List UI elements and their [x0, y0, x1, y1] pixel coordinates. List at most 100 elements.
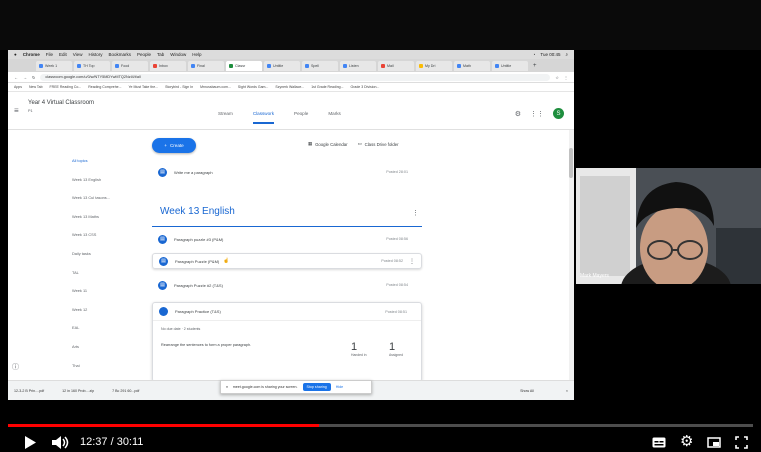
bookmark-item[interactable]: FREE Reading Co... [50, 85, 82, 89]
tab-people[interactable]: People [294, 111, 308, 124]
topic-nav-item[interactable]: TAL [72, 270, 110, 289]
star-icon[interactable]: ☆ [555, 75, 559, 80]
bookmark-item[interactable]: Szynerk Wallace... [275, 85, 304, 89]
address-bar[interactable]: classroom.google.com/u/0/w/NTY5MDYwMTQ2N… [40, 73, 551, 81]
classwork-item[interactable]: ▤ Paragraph Puzzle #2 (T&S) Posted 08:54 [152, 277, 422, 293]
class-title[interactable]: Year 4 Virtual Classroom [28, 100, 94, 106]
topic-nav-item[interactable]: Week 11 [72, 288, 110, 307]
menu-bookmarks[interactable]: Bookmarks [108, 52, 131, 57]
browser-tab[interactable]: Math [454, 60, 490, 71]
subtitles-icon[interactable] [652, 437, 666, 448]
menu-window[interactable]: Window [170, 52, 186, 57]
bookmark-item[interactable]: New Tab [29, 85, 43, 89]
expanded-card-header[interactable]: Paragraph Practice (T&S) Posted 08:51 [153, 303, 421, 321]
browser-tab[interactable]: My Dri [416, 60, 452, 71]
browser-tab[interactable]: Week 1 [36, 60, 72, 71]
browser-tab[interactable]: TH Top [74, 60, 110, 71]
menu-people[interactable]: People [137, 52, 151, 57]
item-title: Write me a paragraph [174, 169, 213, 175]
menu-tab[interactable]: Tab [157, 52, 164, 57]
bookmark-item[interactable]: Mrnussbaum.com... [200, 85, 231, 89]
stop-sharing-button[interactable]: Stop sharing [302, 383, 331, 391]
browser-tab-active[interactable]: Classr [226, 60, 262, 71]
topic-nav-item[interactable]: All topics [72, 158, 110, 177]
browser-tab[interactable]: Listen [340, 60, 376, 71]
menu-edit[interactable]: Edit [59, 52, 67, 57]
topic-nav-item[interactable]: Daily tasks [72, 251, 110, 270]
classwork-item[interactable]: ▤ Paragraph puzzle #3 (P&M) Posted 08:56 [152, 231, 422, 247]
topic-nav-item[interactable]: Week 12 [72, 307, 110, 326]
topic-nav-item[interactable]: Week 13 Maths [72, 214, 110, 233]
download-item[interactable]: 12-3-2 B Prin....pdf [14, 389, 44, 393]
settings-icon[interactable]: ⚙ [680, 432, 693, 450]
topic-nav-item[interactable]: EAL [72, 325, 110, 344]
bookmark-item[interactable]: Apps [14, 85, 22, 89]
topic-nav-item[interactable]: Thai [72, 363, 110, 382]
video-progress-bar[interactable] [8, 424, 753, 427]
classroom-header: ≡ Year 4 Virtual Classroom P1 Stream Cla… [8, 92, 574, 130]
bookmark-item[interactable]: Grade 3 Division... [351, 85, 380, 89]
assignment-icon: ▤ [158, 280, 167, 290]
assigned-stat[interactable]: 1 Assigned [389, 341, 403, 357]
forward-icon[interactable]: → [23, 75, 27, 80]
google-calendar-link[interactable]: ▦ Google Calendar [308, 141, 348, 147]
bookmark-item[interactable]: 1st Grade Reading... [311, 85, 343, 89]
back-icon[interactable]: ← [14, 75, 18, 80]
mac-menubar: ● Chrome File Edit View History Bookmark… [8, 50, 574, 59]
browser-tab[interactable]: Final [188, 60, 224, 71]
miniplayer-icon[interactable] [707, 437, 721, 448]
account-avatar[interactable]: S [553, 108, 564, 119]
browser-tab[interactable]: Food [112, 60, 148, 71]
tab-favicon [343, 63, 347, 68]
close-downloads-icon[interactable]: × [566, 389, 568, 393]
show-all-downloads[interactable]: Show All [520, 389, 534, 393]
browser-tab[interactable]: Untitle [492, 60, 528, 71]
new-tab-icon[interactable]: + [533, 63, 537, 69]
classwork-item-hovered[interactable]: ▤ Paragraph Puzzle (P&M) ☝ Posted 08:52 … [152, 253, 422, 269]
tab-marks[interactable]: Marks [328, 111, 341, 124]
menu-help[interactable]: Help [192, 52, 201, 57]
menu-file[interactable]: File [46, 52, 53, 57]
menu-history[interactable]: History [88, 52, 102, 57]
google-calendar-label: Google Calendar [315, 141, 348, 147]
menu-view[interactable]: View [73, 52, 83, 57]
browser-tab[interactable]: Inbox [150, 60, 186, 71]
browser-tab[interactable]: Spell [302, 60, 338, 71]
download-item[interactable]: 12 in 160 Prob....zip [62, 389, 94, 393]
create-button[interactable]: + Create [152, 138, 196, 153]
help-icon[interactable]: ⓘ [12, 362, 19, 372]
bookmark-item[interactable]: Reading Comprehe... [88, 85, 121, 89]
topic-nav-item[interactable]: Arts [72, 344, 110, 363]
main-menu-icon[interactable]: ≡ [14, 106, 19, 115]
scrollbar-thumb[interactable] [569, 148, 573, 178]
apps-grid-icon[interactable]: ⋮⋮ [530, 110, 544, 118]
volume-icon[interactable] [52, 435, 70, 450]
bookmark-item[interactable]: Sight Words Gam... [238, 85, 268, 89]
expanded-assignment-card[interactable]: Paragraph Practice (T&S) Posted 08:51 No… [152, 302, 422, 382]
bookmark-item[interactable]: Ye Must Take the... [129, 85, 159, 89]
settings-gear-icon[interactable]: ⚙ [515, 110, 521, 118]
classwork-item[interactable]: ▤ Write me a paragraph Posted 28:01 [152, 164, 422, 180]
tab-classwork[interactable]: Classwork [252, 111, 274, 124]
browser-menu-icon[interactable]: ⋮ [564, 75, 568, 80]
plus-icon: + [164, 143, 167, 148]
drive-folder-link[interactable]: ▭ Class Drive folder [358, 141, 399, 147]
item-more-icon[interactable]: ⋮ [409, 258, 415, 265]
topic-more-icon[interactable]: ⋮ [412, 209, 419, 217]
bookmark-item[interactable]: Storybird - Sign In [165, 85, 193, 89]
page-scrollbar[interactable] [569, 130, 574, 380]
drive-folder-label: Class Drive folder [364, 141, 399, 147]
download-item[interactable]: 7 Bc 291 60...pdf [112, 389, 139, 393]
handed-in-stat[interactable]: 1 Handed in [351, 341, 366, 357]
tab-stream[interactable]: Stream [218, 111, 233, 124]
browser-tab[interactable]: Mail [378, 60, 414, 71]
topic-nav-item[interactable]: Week 13 English [72, 177, 110, 196]
browser-tab[interactable]: Untitle [264, 60, 300, 71]
topic-nav-item[interactable]: Week 13 CSS [72, 232, 110, 251]
fullscreen-icon[interactable] [735, 436, 748, 449]
hide-share-bar-button[interactable]: Hide [336, 385, 343, 389]
reload-icon[interactable]: ↻ [32, 75, 35, 80]
topic-nav-item[interactable]: Week 13 Cul tasons... [72, 195, 110, 214]
tab-favicon [191, 63, 195, 68]
play-icon[interactable] [24, 436, 36, 449]
